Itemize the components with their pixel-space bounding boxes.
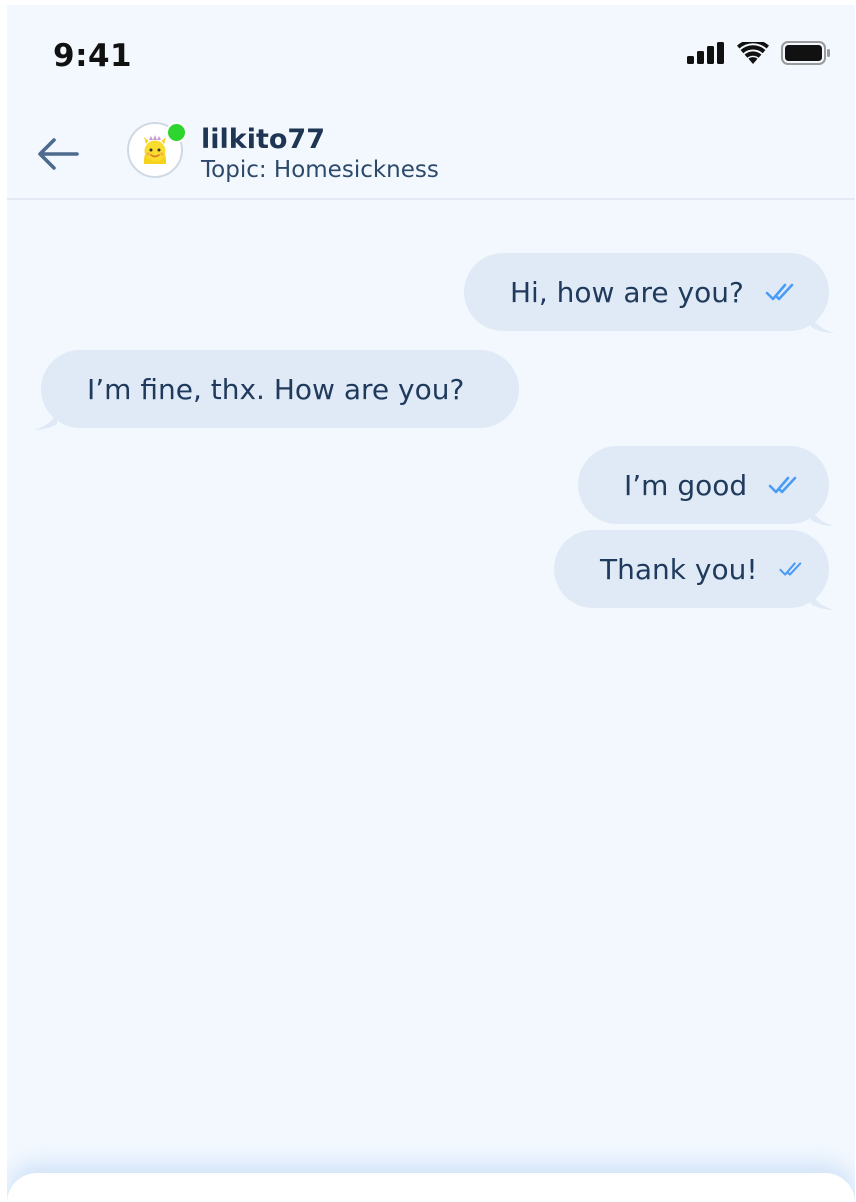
avatar[interactable] bbox=[127, 122, 187, 178]
message-bubble-incoming[interactable]: I’m fine, thx. How are you? bbox=[33, 350, 519, 430]
wifi-icon bbox=[737, 41, 769, 64]
message-text: Hi, how are you? bbox=[510, 275, 744, 309]
chat-header: lilkito77 Topic: Homesickness bbox=[7, 105, 855, 200]
message-bubble-outgoing[interactable]: Thank you! bbox=[554, 530, 835, 610]
double-check-icon bbox=[765, 283, 794, 301]
message-text: Thank you! bbox=[600, 552, 758, 586]
bubble-tail bbox=[811, 508, 835, 526]
chat-topic: Topic: Homesickness bbox=[201, 157, 439, 183]
message-bubble-outgoing[interactable]: Hi, how are you? bbox=[464, 253, 835, 333]
status-time: 9:41 bbox=[53, 38, 133, 74]
chat-screen: 9:41 lilkito77 Topic: Homesickness Hi, h… bbox=[7, 5, 855, 1202]
double-check-icon bbox=[778, 562, 801, 576]
contact-name[interactable]: lilkito77 bbox=[201, 124, 325, 155]
message-bubble-outgoing[interactable]: I’m good bbox=[578, 446, 835, 526]
message-text: I’m good bbox=[624, 468, 748, 502]
status-icons bbox=[687, 41, 831, 65]
arrow-left-icon bbox=[38, 138, 79, 170]
bubble-tail bbox=[811, 315, 835, 333]
message-text: I’m fine, thx. How are you? bbox=[87, 372, 465, 406]
status-bar: 9:41 bbox=[7, 5, 855, 105]
back-button[interactable] bbox=[33, 132, 83, 176]
battery-icon bbox=[781, 41, 830, 65]
double-check-icon bbox=[768, 476, 797, 494]
bubble-tail bbox=[811, 592, 835, 610]
online-status-dot bbox=[166, 122, 187, 143]
message-composer[interactable] bbox=[7, 1173, 855, 1202]
cellular-signal-icon bbox=[687, 42, 724, 64]
bubble-tail bbox=[33, 412, 57, 430]
